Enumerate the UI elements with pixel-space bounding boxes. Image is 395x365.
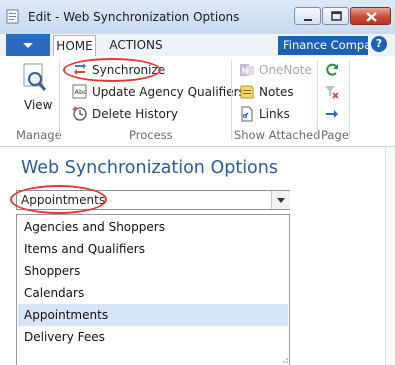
- onenote-button[interactable]: N OneNote: [239, 62, 312, 79]
- update-agency-qualifiers-button[interactable]: Abc Update Agency Qualifiers: [72, 84, 245, 101]
- group-label-manage: Manage: [16, 128, 62, 142]
- minimize-button[interactable]: [294, 7, 321, 25]
- refresh-icon: [326, 63, 338, 76]
- group-label-page: Page: [321, 128, 349, 142]
- application-menu-button[interactable]: [6, 34, 50, 56]
- onenote-icon: N: [240, 64, 254, 76]
- dropdown-list: Agencies and Shoppers Items and Qualifie…: [16, 214, 290, 365]
- tab-actions[interactable]: ACTIONS: [104, 35, 168, 56]
- highlight-oval-synchronize: [63, 58, 161, 82]
- app-icon: [6, 9, 19, 24]
- maximize-icon: [331, 11, 342, 21]
- notes-icon: [240, 85, 254, 99]
- svg-text:Abc: Abc: [75, 88, 88, 96]
- group-label-show-attached: Show Attached: [234, 128, 321, 142]
- dropdown-option[interactable]: Items and Qualifiers: [18, 238, 288, 260]
- resize-grip-icon[interactable]: [281, 356, 289, 364]
- view-magnifier-icon: [23, 63, 47, 91]
- dropdown-arrow-icon: [23, 43, 33, 48]
- notes-label: Notes: [259, 85, 294, 99]
- page-title: Web Synchronization Options: [21, 158, 278, 178]
- close-button[interactable]: [350, 7, 391, 25]
- company-button[interactable]: Finance Compa...: [278, 36, 368, 55]
- highlight-oval-combobox: [10, 185, 107, 214]
- combobox-dropdown-button[interactable]: [271, 191, 290, 209]
- refresh-button[interactable]: [324, 62, 340, 78]
- dropdown-option[interactable]: Calendars: [18, 282, 288, 304]
- svg-text:N: N: [242, 67, 249, 76]
- help-icon[interactable]: ?: [371, 36, 387, 52]
- minimize-icon: [304, 19, 312, 21]
- dropdown-option[interactable]: Delivery Fees: [18, 326, 288, 348]
- links-button[interactable]: Links: [239, 106, 299, 123]
- window-title: Edit - Web Synchronization Options: [28, 10, 240, 24]
- ribbon-separator: [59, 60, 60, 140]
- ribbon-separator: [231, 60, 232, 140]
- ribbon-separator: [349, 60, 350, 140]
- maximize-button[interactable]: [322, 7, 349, 25]
- links-icon: [241, 106, 253, 122]
- delete-history-label: Delete History: [92, 107, 178, 121]
- update-qualifiers-icon: Abc: [72, 84, 88, 99]
- delete-history-icon: [72, 106, 87, 121]
- ribbon-separator: [317, 60, 318, 140]
- view-button[interactable]: View: [20, 62, 52, 120]
- next-arrow-icon: [326, 110, 338, 118]
- chevron-down-icon: [277, 198, 285, 203]
- close-icon: [366, 12, 377, 22]
- notes-button[interactable]: Notes: [239, 84, 299, 101]
- onenote-label: OneNote: [259, 63, 312, 77]
- delete-history-button[interactable]: Delete History: [72, 106, 178, 123]
- clear-filter-icon: [325, 86, 339, 99]
- clear-filter-button[interactable]: [324, 84, 340, 100]
- tab-home[interactable]: HOME: [53, 35, 96, 56]
- right-scroll-edge: [385, 147, 395, 365]
- dropdown-option[interactable]: Appointments: [18, 304, 288, 326]
- dropdown-option[interactable]: Agencies and Shoppers: [18, 216, 288, 238]
- dropdown-option[interactable]: Shoppers: [18, 260, 288, 282]
- group-label-process: Process: [129, 128, 173, 142]
- next-button[interactable]: [324, 106, 340, 122]
- update-agency-qualifiers-label: Update Agency Qualifiers: [92, 85, 245, 99]
- links-label: Links: [259, 107, 290, 121]
- view-label: View: [24, 98, 53, 112]
